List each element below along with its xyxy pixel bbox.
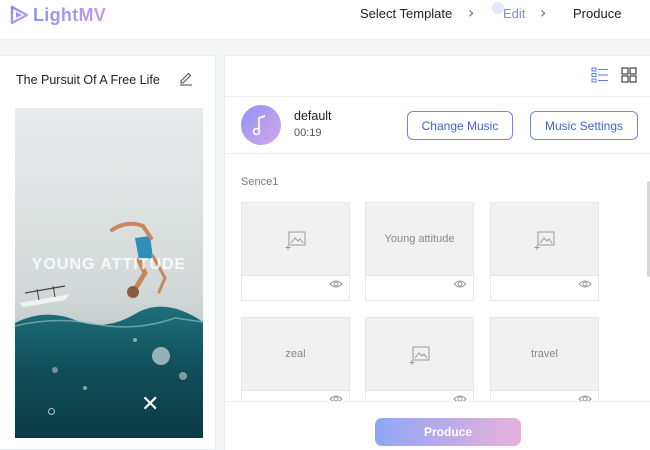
preview-panel: The Pursuit Of A Free Life YOUNG ATTITUD…: [0, 55, 216, 450]
music-note-icon: [252, 115, 265, 136]
scene-tile[interactable]: [490, 202, 599, 301]
eye-icon[interactable]: [578, 276, 592, 294]
tile-footer: [242, 275, 349, 300]
tile-text: travel: [531, 348, 558, 360]
eye-icon[interactable]: [453, 276, 467, 294]
change-music-button[interactable]: Change Music: [407, 111, 513, 140]
project-title: The Pursuit Of A Free Life: [16, 73, 160, 87]
editor-panel: default 00:19 Change Music Music Setting…: [224, 55, 650, 450]
music-title: default: [294, 109, 332, 123]
music-row: default 00:19 Change Music Music Setting…: [225, 96, 650, 154]
tile-text: zeal: [285, 348, 306, 360]
tile-footer: [366, 275, 473, 300]
step-select-template[interactable]: Select Template: [360, 6, 452, 21]
chevron-right-icon: ›: [468, 3, 475, 22]
chevron-right-icon: ›: [540, 3, 547, 22]
step-edit[interactable]: Edit: [503, 6, 525, 21]
bottom-bar: Produce: [225, 401, 650, 450]
tile-footer: [491, 275, 598, 300]
image-placeholder-icon: [534, 231, 556, 256]
video-preview[interactable]: YOUNG ATTITUDE ✕: [15, 108, 203, 438]
music-duration: 00:19: [294, 127, 322, 139]
top-bar: LightMV Select Template › Edit › Produce: [0, 0, 650, 40]
image-placeholder-icon: [409, 346, 431, 371]
preview-caption: YOUNG ATTITUDE: [31, 256, 187, 273]
music-cover: [241, 105, 281, 145]
grid-view-icon[interactable]: [621, 67, 637, 83]
close-icon[interactable]: ✕: [141, 392, 159, 417]
eye-icon[interactable]: [329, 276, 343, 294]
scene-tile[interactable]: [241, 202, 350, 301]
tile-text: Young attitude: [384, 233, 455, 245]
music-settings-button[interactable]: Music Settings: [530, 111, 638, 140]
image-placeholder-icon: [285, 231, 307, 256]
step-navigation: Select Template › Edit › Produce: [0, 0, 650, 40]
scene-tile[interactable]: Young attitude: [365, 202, 474, 301]
pencil-icon[interactable]: [178, 71, 194, 92]
scene-label: Sence1: [241, 176, 279, 188]
step-produce[interactable]: Produce: [573, 6, 621, 21]
list-view-icon[interactable]: [591, 67, 609, 83]
preview-indicator-dot: [48, 408, 55, 415]
produce-button[interactable]: Produce: [375, 418, 521, 446]
